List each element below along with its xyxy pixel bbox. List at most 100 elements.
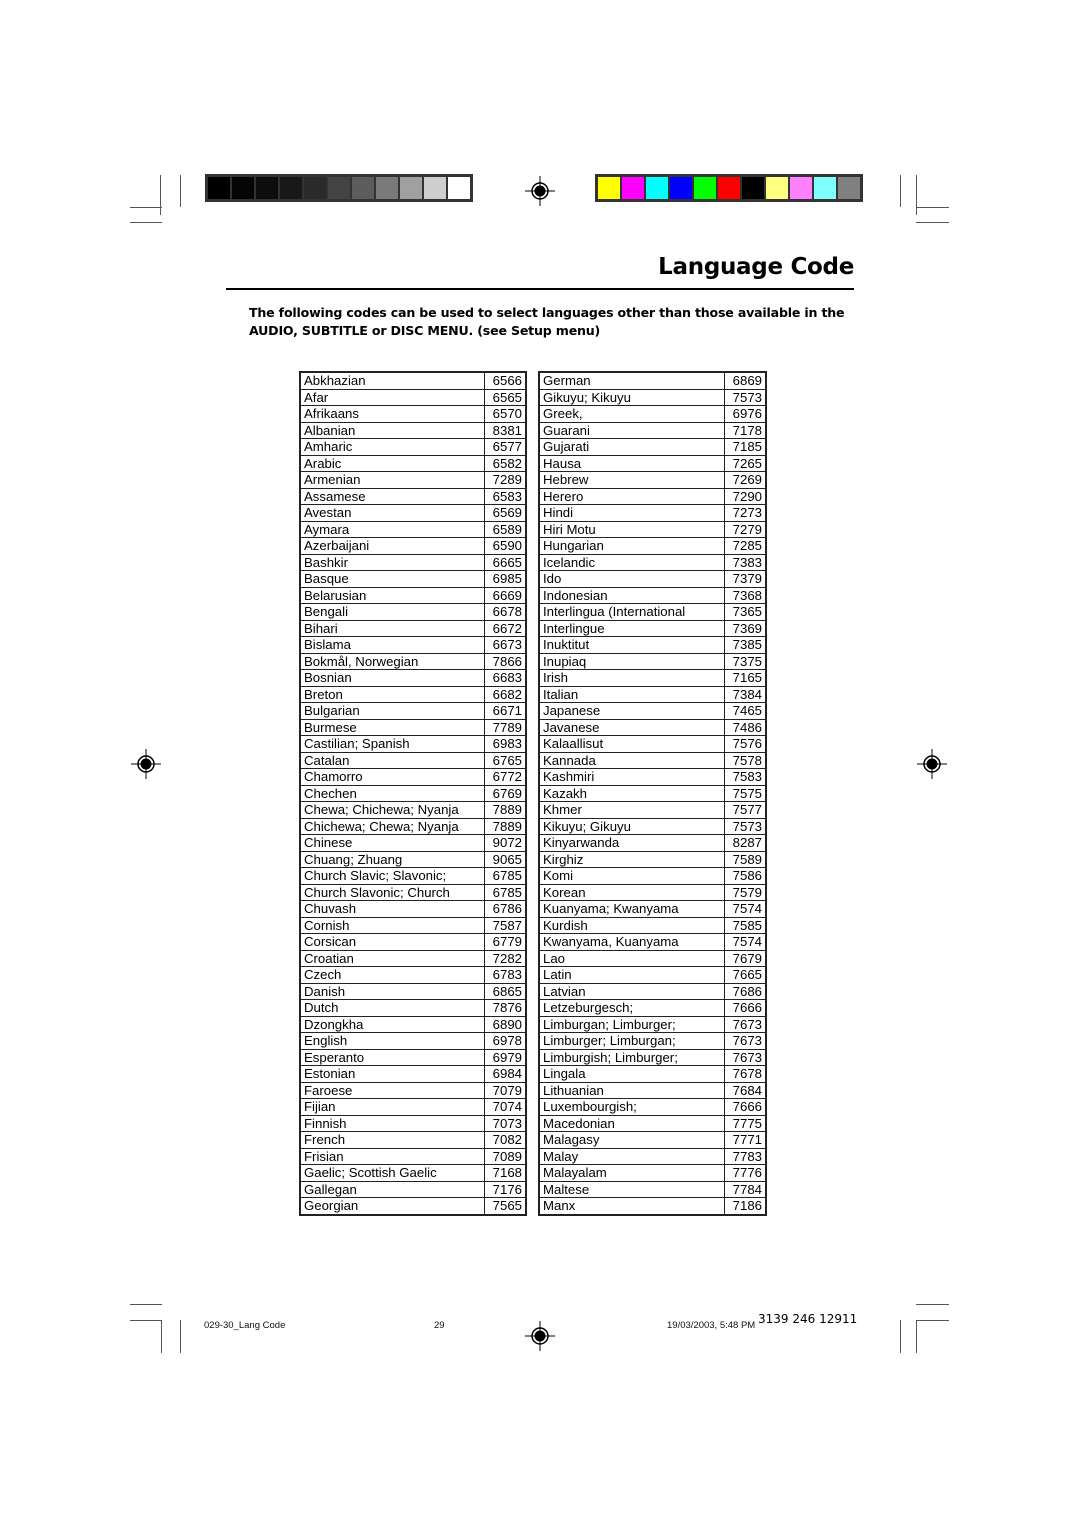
language-code: 6769 bbox=[484, 784, 527, 802]
language-name: Arabic bbox=[299, 454, 485, 472]
table-row: Javanese 7486 bbox=[538, 718, 767, 736]
title-rule bbox=[226, 288, 854, 290]
language-code: 6783 bbox=[484, 966, 527, 984]
language-name: Kuanyama; Kwanyama bbox=[538, 900, 725, 918]
language-code: 7074 bbox=[484, 1098, 527, 1116]
language-name: Irish bbox=[538, 669, 725, 687]
language-name: Gaelic; Scottish Gaelic bbox=[299, 1164, 485, 1182]
language-name: Indonesian bbox=[538, 586, 725, 604]
language-code: 6779 bbox=[484, 933, 527, 951]
language-code: 7176 bbox=[484, 1180, 527, 1198]
language-code: 7573 bbox=[724, 817, 767, 835]
language-code: 6682 bbox=[484, 685, 527, 703]
language-code: 6984 bbox=[484, 1065, 527, 1083]
language-name: Hindi bbox=[538, 504, 725, 522]
table-row: Amharic 6577 bbox=[299, 438, 527, 456]
language-code: 6785 bbox=[484, 883, 527, 901]
calibration-swatch bbox=[790, 177, 812, 199]
language-code: 6565 bbox=[484, 388, 527, 406]
language-name: Bengali bbox=[299, 603, 485, 621]
table-row: Gaelic; Scottish Gaelic 7168 bbox=[299, 1164, 527, 1182]
language-name: Kirghiz bbox=[538, 850, 725, 868]
table-row: Gallegan 7176 bbox=[299, 1180, 527, 1198]
calibration-swatch bbox=[376, 177, 398, 199]
language-code: 6785 bbox=[484, 867, 527, 885]
language-name: English bbox=[299, 1032, 485, 1050]
language-code: 7577 bbox=[724, 801, 767, 819]
language-name: Malay bbox=[538, 1147, 725, 1165]
language-code: 7365 bbox=[724, 603, 767, 621]
language-code: 6890 bbox=[484, 1015, 527, 1033]
language-name: Javanese bbox=[538, 718, 725, 736]
table-row: Frisian 7089 bbox=[299, 1147, 527, 1165]
table-row: Church Slavic; Slavonic; 6785 bbox=[299, 867, 527, 885]
language-code: 7771 bbox=[724, 1131, 767, 1149]
language-code: 7073 bbox=[484, 1114, 527, 1132]
language-name: Bokmål, Norwegian bbox=[299, 652, 485, 670]
language-name: Inuktitut bbox=[538, 636, 725, 654]
crop-mark bbox=[916, 222, 949, 223]
language-code: 7574 bbox=[724, 900, 767, 918]
footer-doc-code: 3139 246 12911 bbox=[758, 1312, 858, 1326]
table-row: Aymara 6589 bbox=[299, 520, 527, 538]
language-code: 6678 bbox=[484, 603, 527, 621]
table-row: Hebrew 7269 bbox=[538, 471, 767, 489]
table-row: German 6869 bbox=[538, 371, 767, 390]
language-name: Burmese bbox=[299, 718, 485, 736]
language-name: Bosnian bbox=[299, 669, 485, 687]
language-name: Dutch bbox=[299, 999, 485, 1017]
crop-mark bbox=[916, 175, 917, 215]
table-row: Macedonian 7775 bbox=[538, 1114, 767, 1132]
registration-mark-icon bbox=[525, 176, 555, 206]
language-name: Church Slavonic; Church bbox=[299, 883, 485, 901]
table-row: Hiri Motu 7279 bbox=[538, 520, 767, 538]
page-title: Language Code bbox=[658, 254, 854, 280]
language-code: 6665 bbox=[484, 553, 527, 571]
table-row: Japanese 7465 bbox=[538, 702, 767, 720]
language-code: 8381 bbox=[484, 421, 527, 439]
table-row: Khmer 7577 bbox=[538, 801, 767, 819]
language-code: 7279 bbox=[724, 520, 767, 538]
crop-mark bbox=[180, 175, 181, 207]
table-row: Kazakh 7575 bbox=[538, 784, 767, 802]
language-code: 6979 bbox=[484, 1048, 527, 1066]
intro-text: The following codes can be used to selec… bbox=[249, 304, 849, 340]
language-name: Hebrew bbox=[538, 471, 725, 489]
language-name: Bislama bbox=[299, 636, 485, 654]
language-name: Hausa bbox=[538, 454, 725, 472]
language-name: Herero bbox=[538, 487, 725, 505]
language-code: 8287 bbox=[724, 834, 767, 852]
language-code: 7185 bbox=[724, 438, 767, 456]
language-name: Guarani bbox=[538, 421, 725, 439]
table-row: Chinese 9072 bbox=[299, 834, 527, 852]
language-name: Chichewa; Chewa; Nyanja bbox=[299, 817, 485, 835]
language-name: Gikuyu; Kikuyu bbox=[538, 388, 725, 406]
language-name: Letzeburgesch; bbox=[538, 999, 725, 1017]
crop-mark bbox=[916, 1304, 949, 1305]
language-name: Kurdish bbox=[538, 916, 725, 934]
language-code: 6569 bbox=[484, 504, 527, 522]
language-code: 7776 bbox=[724, 1164, 767, 1182]
table-row: Hindi 7273 bbox=[538, 504, 767, 522]
language-code: 7575 bbox=[724, 784, 767, 802]
table-row: Kikuyu; Gikuyu 7573 bbox=[538, 817, 767, 835]
table-row: Croatian 7282 bbox=[299, 949, 527, 967]
language-name: Kinyarwanda bbox=[538, 834, 725, 852]
language-code: 6985 bbox=[484, 570, 527, 588]
registration-mark-icon bbox=[131, 749, 161, 779]
language-name: Armenian bbox=[299, 471, 485, 489]
language-name: Gallegan bbox=[299, 1180, 485, 1198]
table-row: Afrikaans 6570 bbox=[299, 405, 527, 423]
table-row: Latin 7665 bbox=[538, 966, 767, 984]
language-name: Church Slavic; Slavonic; bbox=[299, 867, 485, 885]
language-code: 6589 bbox=[484, 520, 527, 538]
language-code: 6786 bbox=[484, 900, 527, 918]
table-row: French 7082 bbox=[299, 1131, 527, 1149]
language-name: Korean bbox=[538, 883, 725, 901]
table-row: Burmese 7789 bbox=[299, 718, 527, 736]
language-code: 7587 bbox=[484, 916, 527, 934]
table-row: Limburger; Limburgan; 7673 bbox=[538, 1032, 767, 1050]
language-code: 7579 bbox=[724, 883, 767, 901]
calibration-swatch bbox=[670, 177, 692, 199]
crop-mark bbox=[130, 207, 162, 208]
